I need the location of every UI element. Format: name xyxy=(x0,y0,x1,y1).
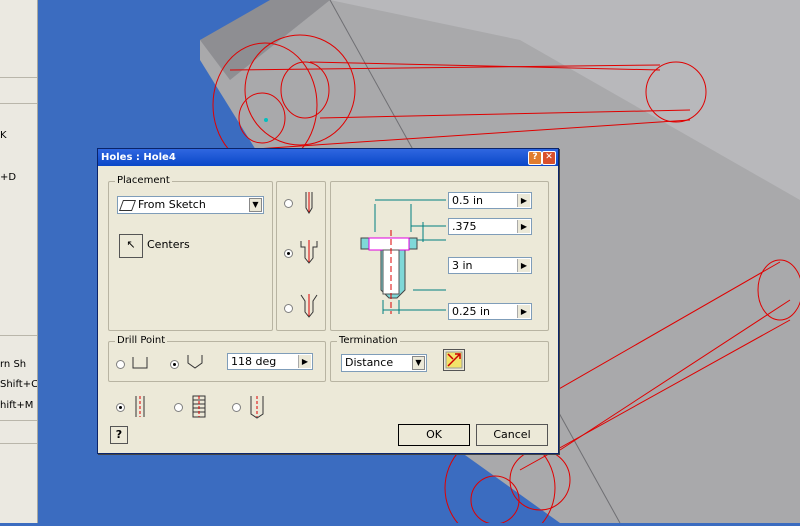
termination-group: Termination Distance ▼ xyxy=(330,335,549,382)
drill-point-group: Drill Point 118 deg ▶ xyxy=(108,335,326,382)
dialog-title: Holes : Hole4 xyxy=(101,152,176,163)
placement-group: Placement From Sketch ▼ ↖ Centers xyxy=(108,175,273,331)
hole-depth-value: 3 in xyxy=(452,259,473,272)
drill-angle-value: 118 deg xyxy=(231,355,277,368)
tapped-hole-radio[interactable] xyxy=(232,403,241,412)
placement-select[interactable]: From Sketch ▼ xyxy=(117,196,264,214)
arrow-right-icon[interactable]: ▶ xyxy=(298,355,311,368)
counterbore-diameter-input[interactable]: 0.5 in ▶ xyxy=(448,192,532,209)
angle-point-radio[interactable] xyxy=(170,360,179,369)
arrow-right-icon[interactable]: ▶ xyxy=(517,220,530,233)
hole-type-group xyxy=(276,181,326,331)
drill-angle-input[interactable]: 118 deg ▶ xyxy=(227,353,313,370)
simple-hole-icon xyxy=(135,396,145,417)
counterbore-icon xyxy=(300,240,318,264)
panel-item[interactable]: rn Sh xyxy=(0,359,26,370)
help-titlebar-icon[interactable]: ? xyxy=(528,151,542,165)
arrow-right-icon[interactable]: ▶ xyxy=(517,305,530,318)
close-icon[interactable]: ✕ xyxy=(542,151,556,165)
flat-point-radio[interactable] xyxy=(116,360,125,369)
panel-item[interactable]: hift+M xyxy=(0,400,33,411)
cancel-button[interactable]: Cancel xyxy=(476,424,548,446)
help-button[interactable]: ? xyxy=(110,426,128,444)
clearance-hole-icon xyxy=(192,395,206,418)
clearance-hole-radio[interactable] xyxy=(174,403,183,412)
simple-hole-radio[interactable] xyxy=(116,403,125,412)
chevron-down-icon[interactable]: ▼ xyxy=(249,198,262,212)
cursor-icon: ↖ xyxy=(126,238,136,251)
arrow-right-icon[interactable]: ▶ xyxy=(517,194,530,207)
panel-item[interactable]: Shift+C xyxy=(0,379,37,390)
counterbore-radio[interactable] xyxy=(284,249,293,258)
drilled-radio[interactable] xyxy=(284,199,293,208)
flat-point-icon xyxy=(132,357,148,369)
drilled-hole-icon xyxy=(305,192,313,214)
tapped-hole-icon xyxy=(250,396,264,419)
counterbore-depth-value: .375 xyxy=(452,220,477,233)
browser-panel: K +D rn Sh Shift+C hift+M xyxy=(0,0,38,523)
countersink-radio[interactable] xyxy=(284,304,293,313)
centers-label: Centers xyxy=(147,238,190,251)
sketch-icon xyxy=(118,199,137,211)
cancel-button-label: Cancel xyxy=(493,428,531,441)
termination-select[interactable]: Distance ▼ xyxy=(341,354,427,372)
hole-diameter-value: 0.25 in xyxy=(452,305,491,318)
ok-button-label: OK xyxy=(426,428,442,441)
title-bar[interactable]: Holes : Hole4 ? ✕ xyxy=(98,149,558,166)
drill-point-label: Drill Point xyxy=(115,335,168,346)
centers-button[interactable]: ↖ xyxy=(119,234,143,258)
flip-direction-icon xyxy=(445,351,463,369)
termination-label: Termination xyxy=(337,335,400,346)
angle-point-icon xyxy=(187,355,203,369)
arrow-right-icon[interactable]: ▶ xyxy=(517,259,530,272)
flip-direction-button[interactable] xyxy=(443,349,465,371)
chevron-down-icon[interactable]: ▼ xyxy=(412,356,425,370)
counterbore-depth-input[interactable]: .375 ▶ xyxy=(448,218,532,235)
help-button-label: ? xyxy=(115,428,123,441)
panel-item[interactable]: K xyxy=(0,130,7,141)
termination-value: Distance xyxy=(345,356,394,369)
hole-diameter-input[interactable]: 0.25 in ▶ xyxy=(448,303,532,320)
panel-item[interactable]: +D xyxy=(0,172,16,183)
dimensions-group: 0.5 in ▶ .375 ▶ 3 in ▶ 0.25 in ▶ xyxy=(330,181,549,331)
counterbore-diameter-value: 0.5 in xyxy=(452,194,484,207)
hole-depth-input[interactable]: 3 in ▶ xyxy=(448,257,532,274)
placement-value: From Sketch xyxy=(138,198,206,211)
holes-dialog: Holes : Hole4 ? ✕ Placement From Sketch … xyxy=(97,148,559,454)
ok-button[interactable]: OK xyxy=(398,424,470,446)
placement-label: Placement xyxy=(115,175,172,186)
countersink-icon xyxy=(300,294,318,318)
